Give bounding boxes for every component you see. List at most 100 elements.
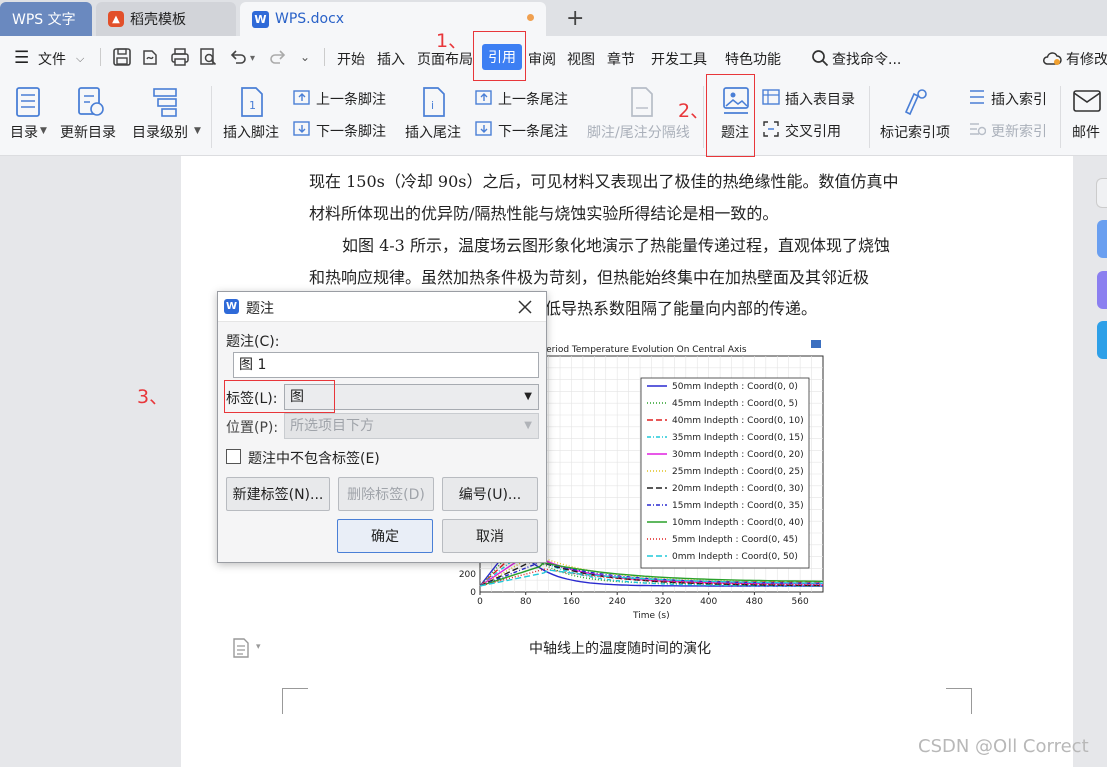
note-separator-icon: [631, 87, 653, 117]
delete-label-button[interactable]: 删除标签(D): [338, 477, 434, 511]
update-index-button[interactable]: 更新索引: [991, 121, 1047, 141]
undo-icon[interactable]: [228, 47, 248, 67]
new-label-button[interactable]: 新建标签(N)...: [226, 477, 330, 511]
prev-endnote-icon: [475, 90, 492, 105]
legend-entry: 5mm Indepth : Coord(0, 45): [672, 535, 798, 545]
close-icon[interactable]: [518, 300, 532, 314]
mark-index-icon: [904, 89, 927, 116]
menu-insert[interactable]: 插入: [377, 49, 405, 69]
update-index-icon: [970, 123, 986, 136]
paragraph-line: 材料所体现出的优异防/隔热性能与烧蚀实验所得结论是相一致的。: [309, 204, 779, 223]
print-icon[interactable]: [170, 47, 190, 67]
hamburger-menu-icon[interactable]: ☰: [14, 48, 29, 68]
annotation-step-1: 1、: [436, 30, 468, 52]
paragraph-line: 和热响应规律。虽然加热条件极为苛刻，但热能始终集中在加热壁面及其邻近极: [309, 268, 870, 287]
update-toc-button[interactable]: 更新目录: [60, 122, 116, 142]
toc-level-button[interactable]: 目录级别: [132, 122, 188, 142]
dialog-title: 题注: [246, 301, 274, 317]
references-ribbon: 目录 ▼ 更新目录 目录级别 ▼ 1 插入脚注 上一条脚注 下一条脚注 i 插入…: [0, 78, 1107, 156]
x-axis-label: Time (s): [632, 611, 670, 621]
cross-reference-button[interactable]: 交叉引用: [785, 121, 841, 141]
x-tick-label: 320: [654, 597, 671, 607]
toc-chevron-down-icon[interactable]: ▼: [40, 126, 47, 136]
save-icon[interactable]: [112, 47, 132, 67]
tab-document-label: WPS.docx: [275, 11, 345, 27]
document-layout-icon[interactable]: [232, 638, 250, 658]
legend-entry: 10mm Indepth : Coord(0, 40): [672, 518, 804, 528]
export-pdf-icon[interactable]: [140, 47, 160, 67]
next-endnote-button[interactable]: 下一条尾注: [498, 121, 568, 141]
toc-level-chevron-icon[interactable]: ▼: [194, 126, 201, 136]
numbering-button[interactable]: 编号(U)...: [442, 477, 538, 511]
menu-bar: ☰ 文件 ⌵ ▾ ⌄ 开始 插入 页面布局 引用 审阅 视图 章节 开发工具 特…: [0, 36, 1107, 78]
insert-endnote-button[interactable]: 插入尾注: [405, 122, 461, 142]
y-tick-label: 0: [470, 588, 476, 598]
dialog-titlebar[interactable]: W 题注: [218, 292, 546, 322]
new-tab-button[interactable]: +: [566, 6, 584, 31]
wps-writer-icon: W: [252, 10, 269, 28]
legend-entry: 20mm Indepth : Coord(0, 30): [672, 484, 804, 494]
annotation-step-2: 2、: [678, 100, 710, 122]
cloud-sync-icon: [1043, 52, 1062, 65]
redo-icon[interactable]: [268, 47, 288, 67]
position-select[interactable]: 所选项目下方 ▼: [284, 413, 539, 439]
paragraph-line: 现在 150s（冷却 90s）之后，可见材料又表现出了极佳的热绝缘性能。数值仿真…: [309, 172, 899, 191]
legend-entry: 0mm Indepth : Coord(0, 50): [672, 552, 798, 562]
divider: [100, 48, 101, 66]
watermark-text: CSDN @Oll Correct: [918, 736, 1089, 757]
caption-input[interactable]: 图 1: [233, 352, 539, 378]
search-icon: [812, 50, 829, 67]
chevron-down-icon: ▼: [524, 391, 532, 402]
undo-dropdown-icon[interactable]: ▾: [250, 53, 255, 64]
caption-field-label: 题注(C):: [226, 334, 280, 350]
ok-button[interactable]: 确定: [337, 519, 433, 553]
prev-footnote-button[interactable]: 上一条脚注: [316, 89, 386, 109]
insert-index-icon: [970, 90, 984, 104]
prev-endnote-button[interactable]: 上一条尾注: [498, 89, 568, 109]
exclude-label-checkbox[interactable]: [226, 449, 241, 464]
mail-merge-button[interactable]: 邮件: [1072, 122, 1100, 142]
customize-qat-icon[interactable]: ⌄: [300, 50, 310, 64]
highlight-references-tab: [473, 31, 526, 81]
x-tick-label: 80: [520, 597, 532, 607]
menu-view[interactable]: 视图: [567, 49, 595, 69]
x-tick-label: 480: [746, 597, 763, 607]
tab-daoke-templates[interactable]: ▲ 稻壳模板: [96, 2, 236, 36]
cancel-button[interactable]: 取消: [442, 519, 538, 553]
toc-button[interactable]: 目录: [10, 122, 38, 142]
tab-wps-writer[interactable]: WPS 文字: [0, 2, 92, 36]
legend-entry: 40mm Indepth : Coord(0, 10): [672, 416, 804, 426]
exclude-label-text: 题注中不包含标签(E): [248, 451, 380, 467]
position-field-label: 位置(P):: [226, 420, 279, 436]
has-changes-status[interactable]: 有修改: [1066, 49, 1107, 69]
side-panel-tab[interactable]: [1097, 271, 1107, 309]
print-preview-icon[interactable]: [198, 47, 218, 67]
svg-text:1: 1: [249, 99, 256, 112]
mark-index-button[interactable]: 标记索引项: [880, 122, 950, 142]
legend-entry: 15mm Indepth : Coord(0, 35): [672, 501, 804, 511]
x-tick-label: 240: [609, 597, 626, 607]
menu-developer[interactable]: 开发工具: [651, 49, 707, 69]
insert-footnote-icon: 1: [241, 87, 263, 117]
side-panel-tab[interactable]: [1097, 220, 1107, 258]
note-separator-button[interactable]: 脚注/尾注分隔线: [587, 122, 690, 142]
file-chevron-down-icon[interactable]: ⌵: [76, 52, 84, 66]
menu-special[interactable]: 特色功能: [725, 49, 781, 69]
next-footnote-button[interactable]: 下一条脚注: [316, 121, 386, 141]
chevron-down-icon: ▼: [524, 420, 532, 431]
x-tick-label: 560: [792, 597, 809, 607]
menu-section[interactable]: 章节: [607, 49, 635, 69]
insert-footnote-button[interactable]: 插入脚注: [223, 122, 279, 142]
insert-index-button[interactable]: 插入索引: [991, 89, 1047, 109]
side-panel-toggle[interactable]: [1096, 178, 1107, 208]
menu-review[interactable]: 审阅: [528, 49, 556, 69]
margin-corner-mark: [946, 688, 972, 714]
command-search[interactable]: 查找命令...: [832, 49, 901, 69]
menu-file[interactable]: 文件: [38, 49, 66, 69]
insert-table-of-figures-button[interactable]: 插入表目录: [785, 89, 855, 109]
insert-endnote-icon: i: [423, 87, 445, 117]
menu-home[interactable]: 开始: [337, 49, 365, 69]
layout-dropdown-icon[interactable]: ▾: [256, 642, 261, 652]
side-panel-tab[interactable]: [1097, 321, 1107, 359]
tab-daoke-label: 稻壳模板: [130, 12, 186, 28]
